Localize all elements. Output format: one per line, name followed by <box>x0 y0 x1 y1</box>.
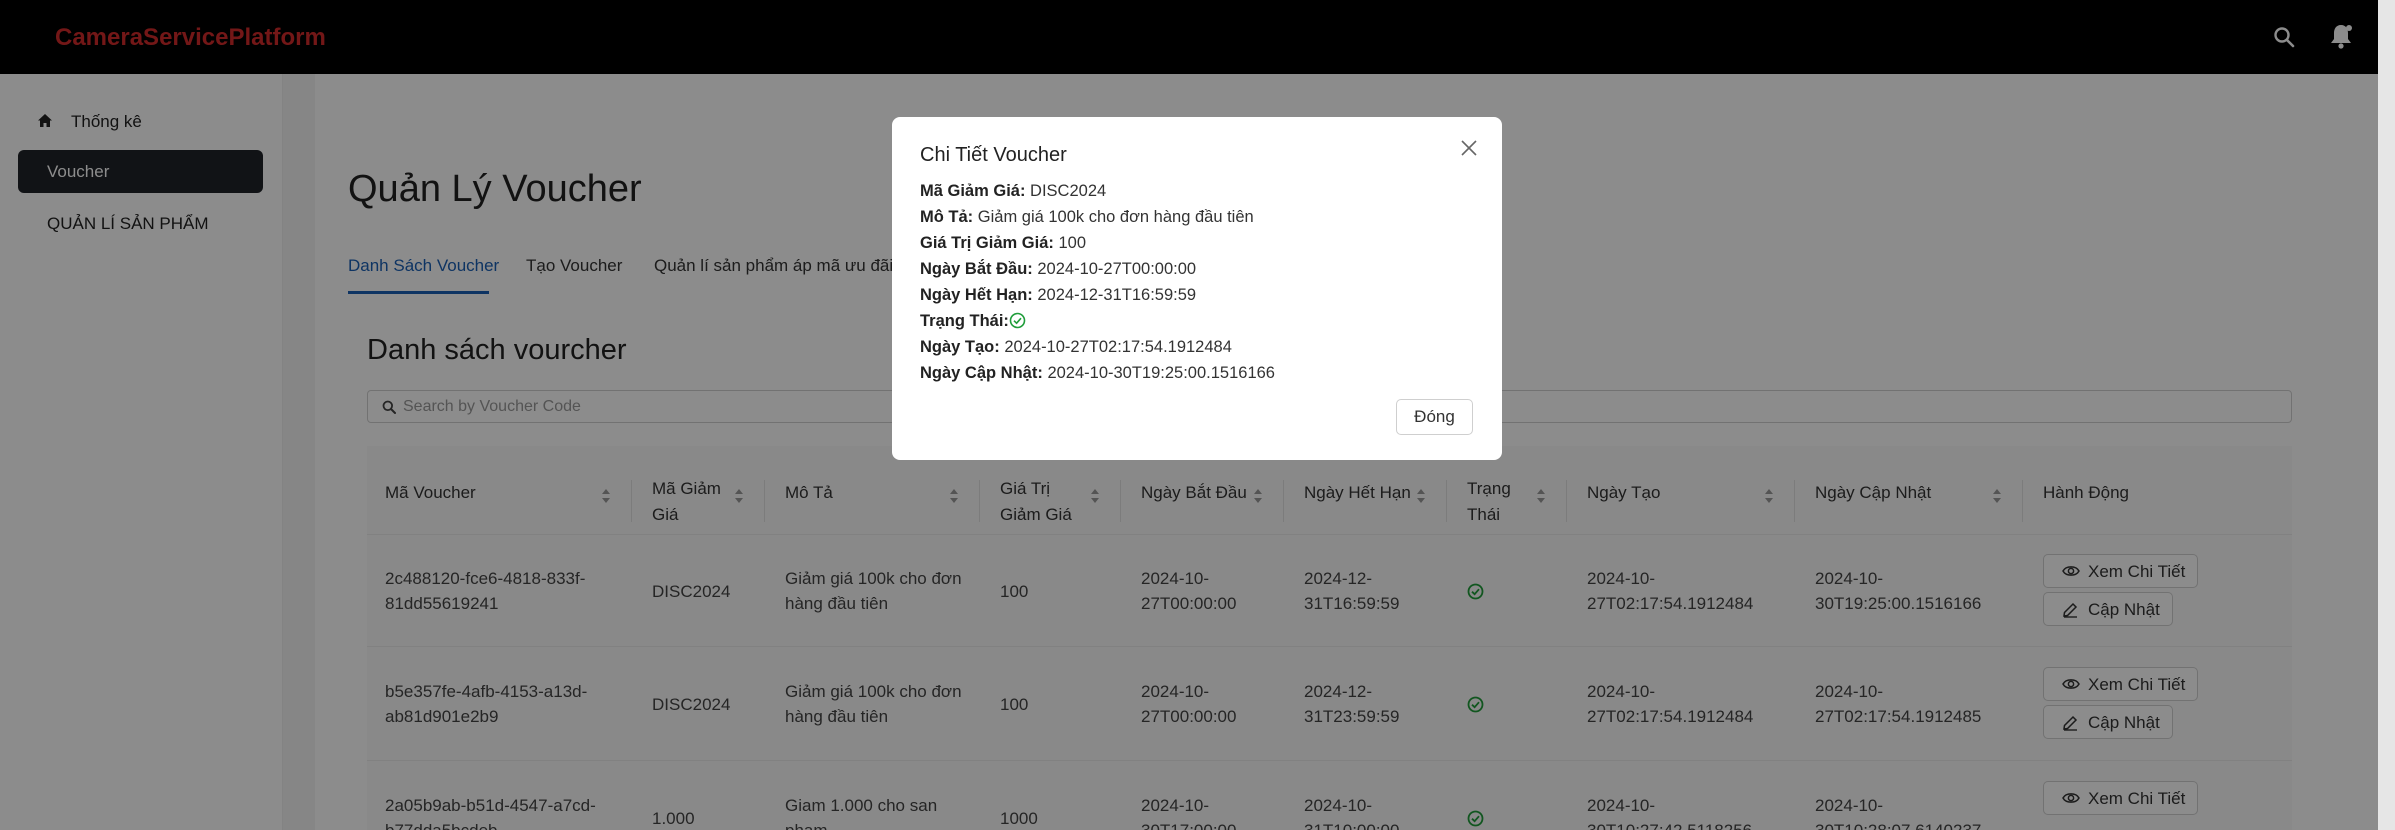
check-circle-icon <box>1009 312 1026 329</box>
modal-title: Chi Tiết Voucher <box>920 144 1067 166</box>
page-scrollbar[interactable] <box>2378 0 2395 830</box>
detail-end-date: Ngày Hết Hạn: 2024-12-31T16:59:59 <box>920 286 1197 304</box>
detail-updated: Ngày Cập Nhật: 2024-10-30T19:25:00.15161… <box>920 364 1275 382</box>
detail-code: Mã Giảm Giá: DISC2024 <box>920 182 1107 200</box>
detail-status: Trạng Thái: <box>920 312 1026 331</box>
detail-start-date: Ngày Bắt Đầu: 2024-10-27T00:00:00 <box>920 260 1197 278</box>
detail-created: Ngày Tạo: 2024-10-27T02:17:54.1912484 <box>920 338 1232 356</box>
close-button[interactable]: Đóng <box>1396 399 1473 435</box>
voucher-detail-modal: Chi Tiết Voucher Mã Giảm Giá: DISC2024 M… <box>892 117 1502 460</box>
close-icon[interactable] <box>1460 139 1478 157</box>
detail-value: Giá Trị Giảm Giá: 100 <box>920 234 1087 252</box>
detail-description: Mô Tả: Giảm giá 100k cho đơn hàng đầu ti… <box>920 208 1254 226</box>
